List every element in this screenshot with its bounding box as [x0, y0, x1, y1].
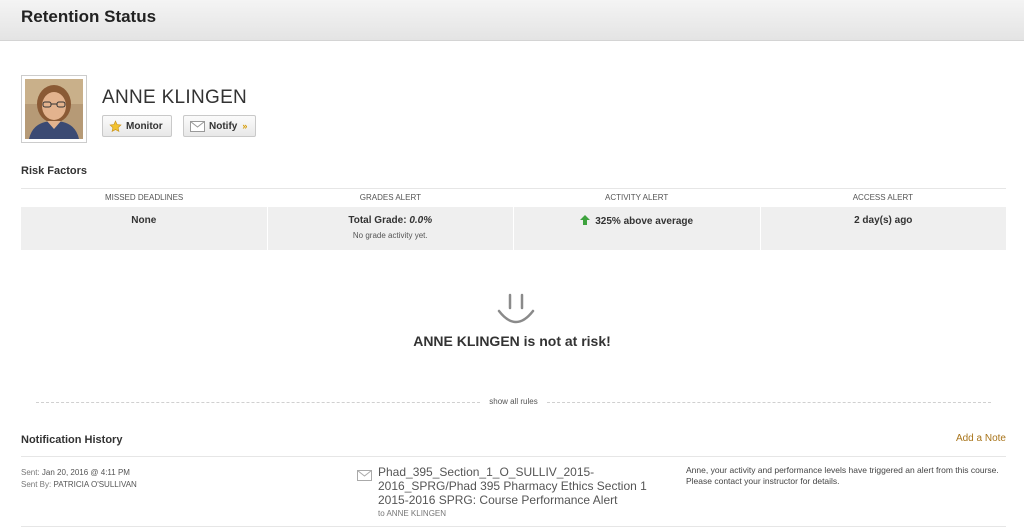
column-grades-alert: GRADES ALERT: [359, 193, 421, 202]
notification-message: Anne, your activity and performance leve…: [686, 465, 999, 486]
envelope-icon: [190, 120, 205, 132]
notification-sent: Sent: Jan 20, 2016 @ 4:11 PM: [21, 467, 137, 479]
divider-right: [547, 402, 991, 403]
status-student-name: ANNE KLINGEN: [413, 333, 520, 349]
missed-deadlines-value: None: [131, 215, 157, 226]
grades-sub: No grade activity yet.: [352, 231, 428, 240]
avatar-photo: [25, 79, 83, 139]
sent-label: Sent:: [21, 468, 40, 477]
notification-meta: Sent: Jan 20, 2016 @ 4:11 PM Sent By: PA…: [21, 467, 137, 491]
notification-history-heading: Notification History: [21, 434, 123, 446]
status-text: is not at risk!: [523, 333, 611, 349]
add-note-link[interactable]: Add a Note: [956, 433, 1006, 444]
column-missed-deadlines: MISSED DEADLINES: [105, 193, 184, 202]
risk-status-message: ANNE KLINGEN is not at risk!: [0, 333, 1024, 349]
up-arrow-icon: [580, 215, 591, 228]
grades-alert-value: Total Grade: 0.0%: [268, 215, 514, 226]
activity-alert-value: 325% above average: [514, 215, 760, 228]
access-alert-value: 2 day(s) ago: [854, 215, 913, 226]
risk-factors-heading: Risk Factors: [21, 165, 88, 177]
column-activity-alert: ACTIVITY ALERT: [604, 193, 669, 202]
chevron-down-icon: »: [242, 121, 248, 131]
star-icon: [109, 119, 122, 133]
column-access-alert: ACCESS ALERT: [852, 193, 914, 202]
activity-alert-cell: 325% above average: [514, 207, 761, 250]
sent-date: Jan 20, 2016 @ 4:11 PM: [41, 468, 130, 477]
envelope-icon: [357, 468, 372, 486]
activity-text: 325% above average: [595, 216, 694, 227]
page-title: Retention Status: [21, 7, 157, 26]
smiley-icon: [497, 293, 535, 324]
grades-value: 0.0%: [409, 215, 433, 226]
missed-deadlines-cell: None: [21, 207, 268, 250]
notification-subject: Phad_395_Section_1_O_SULLIV_2015-2016_SP…: [378, 465, 647, 507]
grades-label: Total Grade:: [348, 215, 407, 226]
monitor-button[interactable]: Monitor: [102, 115, 172, 137]
notify-button[interactable]: Notify »: [183, 115, 256, 137]
divider-left: [36, 402, 480, 403]
avatar: [21, 75, 87, 143]
sent-by-label: Sent By:: [21, 480, 52, 489]
student-name: ANNE KLINGEN: [102, 87, 248, 108]
risk-factors-table: MISSED DEADLINES GRADES ALERT ACTIVITY A…: [21, 188, 1006, 250]
notification-divider: [21, 456, 1006, 457]
risk-values-row: None Total Grade: 0.0% No grade activity…: [21, 207, 1006, 250]
sent-by-name: PATRICIA O'SULLIVAN: [53, 480, 137, 489]
header-bar: Retention Status: [0, 0, 1024, 41]
notification-item: Sent: Jan 20, 2016 @ 4:11 PM Sent By: PA…: [21, 464, 1006, 524]
access-alert-cell: 2 day(s) ago: [761, 207, 1007, 250]
monitor-label: Monitor: [126, 120, 163, 132]
risk-header-row: MISSED DEADLINES GRADES ALERT ACTIVITY A…: [21, 189, 1006, 207]
show-all-rules-link[interactable]: show all rules: [480, 397, 547, 406]
grades-alert-cell: Total Grade: 0.0% No grade activity yet.: [268, 207, 514, 250]
notification-sent-by: Sent By: PATRICIA O'SULLIVAN: [21, 479, 137, 491]
notification-recipient: to ANNE KLINGEN: [378, 509, 447, 518]
bottom-divider: [21, 526, 1006, 527]
notify-label: Notify: [209, 120, 238, 132]
